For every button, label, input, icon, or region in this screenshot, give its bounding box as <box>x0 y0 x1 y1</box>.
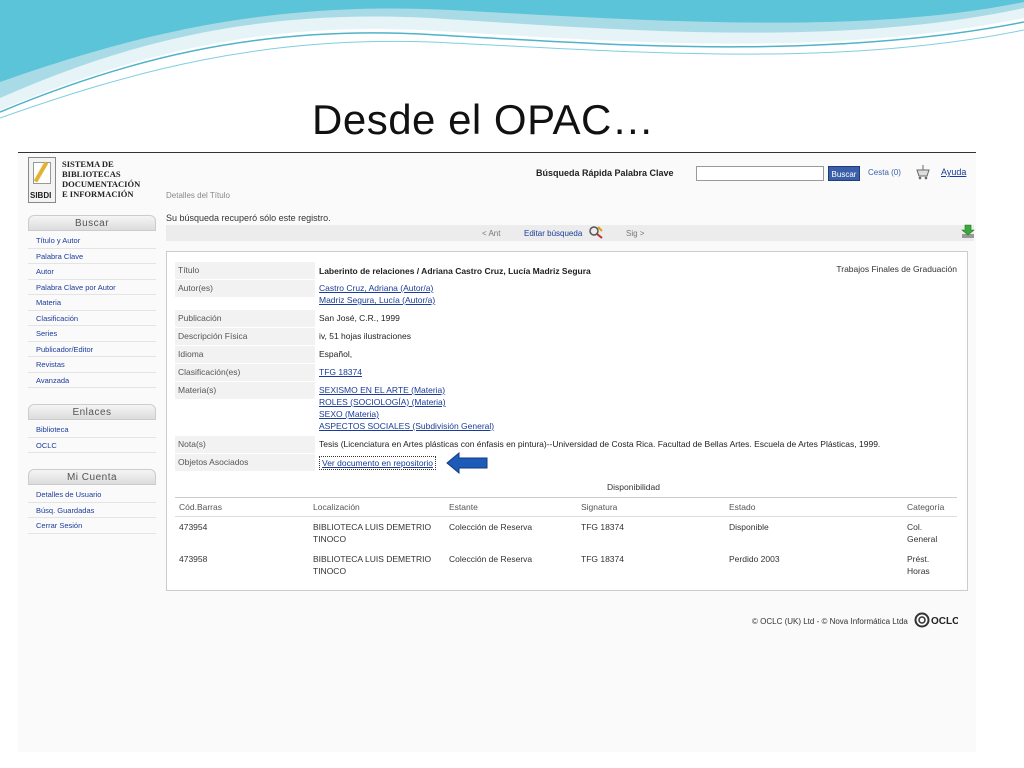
cell-category: Prést. Horas <box>907 554 930 576</box>
language-value: Español, <box>319 349 353 359</box>
classification-link[interactable]: TFG 18374 <box>319 366 362 378</box>
edit-search-link[interactable]: Editar búsqueda <box>524 229 582 238</box>
title-value: Laberinto de relaciones / Adriana Castro… <box>319 266 591 276</box>
field-label: Autor(es) <box>175 280 315 297</box>
help-link[interactable]: Ayuda <box>941 167 966 177</box>
field-label: Objetos Asociados <box>175 454 315 471</box>
cell-location: BIBLIOTECA LUIS DEMETRIO TINOCO <box>313 522 432 544</box>
sidebar-item-advanced[interactable]: Avanzada <box>28 373 156 388</box>
sidebar-item-library[interactable]: Biblioteca <box>28 422 156 438</box>
field-label: Publicación <box>175 310 315 327</box>
col-call-number: Signatura <box>577 497 725 517</box>
cell-barcode: 473954 <box>179 522 208 532</box>
record-type: Trabajos Finales de Graduación <box>836 264 957 274</box>
prev-record-link[interactable]: < Ant <box>482 229 500 238</box>
result-message: Su búsqueda recuperó sólo este registro. <box>166 213 331 223</box>
sidebar-item-author[interactable]: Autor <box>28 264 156 280</box>
availability-title: Disponibilidad <box>607 482 660 492</box>
download-icon[interactable] <box>960 223 976 239</box>
record-toolbar: < Ant Editar búsqueda Sig > <box>166 223 976 241</box>
sidebar-item-keyword[interactable]: Palabra Clave <box>28 249 156 264</box>
left-arrow-annotation <box>446 452 488 474</box>
sidebar-item-saved-searches[interactable]: Búsq. Guardadas <box>28 503 156 518</box>
table-row: 473954 BIBLIOTECA LUIS DEMETRIO TINOCO C… <box>175 517 957 550</box>
publication-value: San José, C.R., 1999 <box>319 313 400 323</box>
footer-copyright: © OCLC (UK) Ltd - © Nova Informática Ltd… <box>752 617 908 626</box>
quick-search-input[interactable] <box>696 166 824 181</box>
col-category: Categoría <box>903 497 957 517</box>
cart-icon[interactable] <box>914 164 932 180</box>
repository-link[interactable]: Ver documento en repositorio <box>322 457 433 469</box>
cell-status: Perdido 2003 <box>729 554 780 564</box>
logo-brand: SIBDI <box>30 191 52 200</box>
sidebar-group-account: Mi Cuenta Detalles de Usuario Búsq. Guar… <box>28 469 156 534</box>
sidebar-item-journals[interactable]: Revistas <box>28 357 156 373</box>
cell-call-number: TFG 18374 <box>581 522 624 532</box>
sidebar-item-logout[interactable]: Cerrar Sesión <box>28 518 156 534</box>
col-status: Estado <box>725 497 903 517</box>
edit-search-icon[interactable] <box>588 225 604 239</box>
cell-call-number: TFG 18374 <box>581 554 624 564</box>
field-label: Título <box>175 262 315 279</box>
cell-shelf: Colección de Reserva <box>449 522 533 532</box>
logo-mark: SIBDI <box>28 157 56 203</box>
field-label: Nota(s) <box>175 436 315 453</box>
sidebar-item-keyword-author[interactable]: Palabra Clave por Autor <box>28 280 156 295</box>
search-button[interactable]: Buscar <box>828 166 860 181</box>
sidebar-item-oclc[interactable]: OCLC <box>28 438 156 453</box>
logo-text: SISTEMA DE BIBLIOTECAS DOCUMENTACIÓN E I… <box>62 159 141 199</box>
field-label: Idioma <box>175 346 315 363</box>
field-label: Materia(s) <box>175 382 315 399</box>
col-shelf: Estante <box>445 497 577 517</box>
next-record-link[interactable]: Sig > <box>626 229 644 238</box>
sibdi-logo[interactable]: SIBDI SISTEMA DE BIBLIOTECAS DOCUMENTACI… <box>28 157 168 207</box>
breadcrumb: Detalles del Título <box>166 191 230 200</box>
sidebar-item-user-details[interactable]: Detalles de Usuario <box>28 487 156 503</box>
author-link[interactable]: Castro Cruz, Adriana (Autor/a) <box>319 282 435 294</box>
quick-search-label: Búsqueda Rápida Palabra Clave <box>536 168 674 178</box>
sidebar-header-links: Enlaces <box>28 404 156 420</box>
field-label: Descripción Física <box>175 328 315 345</box>
sidebar-item-classification[interactable]: Clasificación <box>28 311 156 326</box>
subject-link[interactable]: ASPECTOS SOCIALES (Subdivisión General) <box>319 420 494 432</box>
subject-link[interactable]: SEXISMO EN EL ARTE (Materia) <box>319 384 494 396</box>
field-label: Clasificación(es) <box>175 364 315 381</box>
quick-search-bar: Búsqueda Rápida Palabra Clave Buscar Ces… <box>536 163 976 183</box>
subject-link[interactable]: ROLES (SOCIOLOGÍA) (Materia) <box>319 396 494 408</box>
physical-value: iv, 51 hojas ilustraciones <box>319 331 411 341</box>
opac-screenshot: SIBDI SISTEMA DE BIBLIOTECAS DOCUMENTACI… <box>18 152 976 752</box>
cell-status: Disponible <box>729 522 769 532</box>
sidebar-item-subject[interactable]: Materia <box>28 295 156 311</box>
sidebar-header-account: Mi Cuenta <box>28 469 156 485</box>
cell-category: Col. General <box>907 522 938 544</box>
col-barcode: Cód.Barras <box>175 497 309 517</box>
slide-title: Desde el OPAC… <box>312 96 655 143</box>
sidebar-group-links: Enlaces Biblioteca OCLC <box>28 404 156 453</box>
oclc-logo-text: OCLC <box>931 616 958 627</box>
cell-shelf: Colección de Reserva <box>449 554 533 564</box>
sidebar-group-search: Buscar Título y Autor Palabra Clave Auto… <box>28 215 156 388</box>
sidebar: Buscar Título y Autor Palabra Clave Auto… <box>28 215 156 550</box>
sidebar-header-search: Buscar <box>28 215 156 231</box>
oclc-logo[interactable]: OCLC <box>914 611 958 629</box>
cart-link[interactable]: Cesta (0) <box>868 168 901 177</box>
table-row: 473958 BIBLIOTECA LUIS DEMETRIO TINOCO C… <box>175 549 957 581</box>
record-detail-panel: Trabajos Finales de Graduación Título La… <box>166 251 968 591</box>
notes-value: Tesis (Licenciatura en Artes plásticas c… <box>319 439 881 449</box>
author-link[interactable]: Madriz Segura, Lucía (Autor/a) <box>319 294 435 306</box>
availability-table: Cód.Barras Localización Estante Signatur… <box>175 497 957 581</box>
subject-link[interactable]: SEXO (Materia) <box>319 408 494 420</box>
cell-location: BIBLIOTECA LUIS DEMETRIO TINOCO <box>313 554 432 576</box>
cell-barcode: 473958 <box>179 554 208 564</box>
sidebar-item-series[interactable]: Series <box>28 326 156 342</box>
sidebar-item-title-author[interactable]: Título y Autor <box>28 233 156 249</box>
sidebar-item-publisher[interactable]: Publicador/Editor <box>28 342 156 357</box>
col-location: Localización <box>309 497 445 517</box>
table-header-row: Cód.Barras Localización Estante Signatur… <box>175 497 957 517</box>
